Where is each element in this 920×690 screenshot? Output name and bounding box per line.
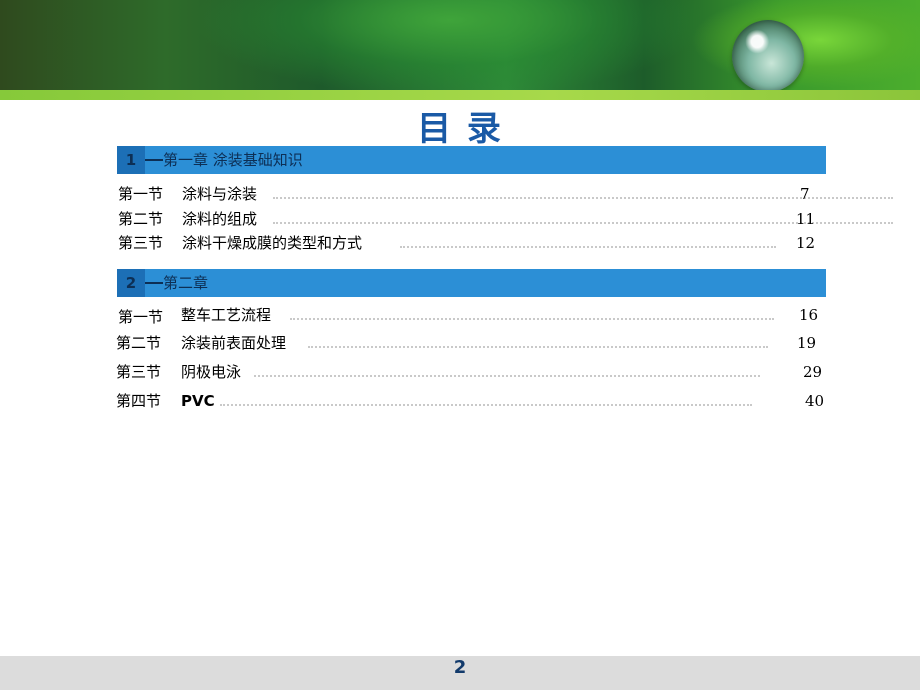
toc-entry-2-4[interactable]: 第四节 PVC 40	[116, 390, 825, 412]
page-number: 16	[799, 306, 819, 324]
chapter-1-title: 第一章 涂装基础知识	[163, 151, 303, 169]
section-label: 第四节	[116, 392, 162, 410]
section-label: 第三节	[118, 234, 164, 252]
footer-bar: 2	[0, 656, 920, 690]
page-title: 目 录	[417, 109, 503, 149]
section-label: 第三节	[116, 363, 162, 381]
water-drop-image	[732, 20, 804, 92]
page-number: 19	[797, 334, 817, 352]
toc-entry-2-1[interactable]: 第一节 整车工艺流程 16	[118, 304, 823, 326]
section-label: 第二节	[116, 334, 162, 352]
chapter-1-bar[interactable]: 1 第一章 涂装基础知识	[117, 146, 826, 174]
section-label: 第一节	[118, 308, 164, 326]
page-number: 12	[796, 234, 816, 252]
chapter-2-number: 2	[117, 269, 145, 297]
section-name: 整车工艺流程	[181, 306, 272, 324]
section-name: PVC	[181, 392, 215, 410]
chapter-1-dash	[145, 159, 163, 161]
chapter-2-dash	[145, 282, 163, 284]
header-banner	[0, 0, 920, 100]
leader-dots	[290, 318, 774, 320]
chapter-1-number: 1	[117, 146, 145, 174]
footer-page-number: 2	[453, 657, 467, 678]
leader-dots	[308, 346, 768, 348]
toc-entry-1-2[interactable]: 第二节 涂料的组成 11	[118, 208, 893, 230]
toc-entry-2-3[interactable]: 第三节 阴极电泳 29	[116, 361, 823, 383]
section-label: 第二节	[118, 210, 164, 228]
section-name: 涂料与涂装	[182, 185, 258, 203]
page-number: 40	[805, 392, 825, 410]
page-number: 11	[796, 210, 816, 228]
section-label: 第一节	[118, 185, 164, 203]
toc-entry-1-3[interactable]: 第三节 涂料干燥成膜的类型和方式 12	[118, 232, 818, 254]
leader-dots	[400, 246, 776, 248]
section-name: 涂装前表面处理	[181, 334, 287, 352]
toc-entry-2-2[interactable]: 第二节 涂装前表面处理 19	[116, 332, 823, 354]
page-number: 7	[800, 185, 810, 203]
leader-dots	[254, 375, 760, 377]
toc-entry-1-1[interactable]: 第一节 涂料与涂装 7	[118, 183, 893, 205]
section-name: 涂料干燥成膜的类型和方式	[182, 234, 363, 252]
leader-dots	[220, 404, 752, 406]
section-name: 阴极电泳	[181, 363, 242, 381]
page-number: 29	[803, 363, 823, 381]
chapter-2-bar[interactable]: 2 第二章	[117, 269, 826, 297]
section-name: 涂料的组成	[182, 210, 258, 228]
chapter-2-title: 第二章	[163, 274, 209, 292]
